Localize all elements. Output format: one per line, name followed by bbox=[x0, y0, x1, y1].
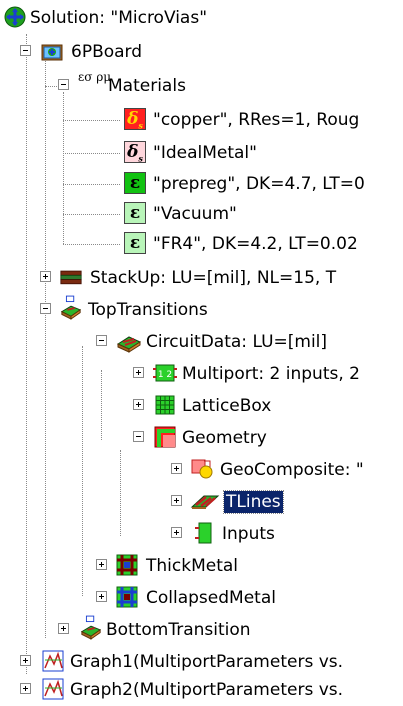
tree-node-multiport[interactable]: 1 2 Multiport: 2 inputs, 2 bbox=[0, 358, 403, 390]
transition-icon bbox=[80, 615, 102, 640]
tree-node-inputs[interactable]: Inputs bbox=[0, 518, 403, 550]
expand-toggle-icon[interactable] bbox=[20, 655, 31, 666]
tree-label: "FR4", DK=4.2, LT=0.02 bbox=[153, 234, 358, 254]
collapsed-metal-icon bbox=[116, 586, 138, 608]
graph-icon bbox=[42, 678, 64, 700]
tree-node-solution[interactable]: Solution: "MicroVias" bbox=[0, 2, 403, 34]
lattice-box-icon bbox=[155, 395, 175, 415]
expand-toggle-icon[interactable] bbox=[171, 463, 182, 474]
collapse-toggle-icon[interactable] bbox=[40, 303, 51, 314]
tree-label: StackUp: LU=[mil], NL=15, T bbox=[90, 268, 337, 288]
circuit-data-icon bbox=[116, 336, 142, 353]
tree-label: "prepreg", DK=4.7, LT=0 bbox=[153, 174, 365, 194]
tree-label: ThickMetal bbox=[146, 556, 239, 576]
thick-metal-icon bbox=[116, 554, 138, 576]
tree-label: Inputs bbox=[222, 524, 275, 544]
collapse-toggle-icon[interactable] bbox=[20, 45, 31, 56]
conductor-material-icon: δs bbox=[124, 108, 146, 130]
tree-label: CircuitData: LU=[mil] bbox=[146, 332, 328, 352]
tree-node-circuit-data[interactable]: CircuitData: LU=[mil] bbox=[0, 326, 403, 358]
tree-label: Solution: "MicroVias" bbox=[30, 8, 208, 28]
material-item[interactable]: ε "prepreg", DK=4.7, LT=0 bbox=[0, 168, 403, 200]
collapse-toggle-icon[interactable] bbox=[58, 79, 69, 90]
tree-line bbox=[63, 214, 120, 215]
tree-label: Geometry bbox=[182, 428, 267, 448]
stackup-icon bbox=[60, 270, 82, 285]
project-tree: Solution: "MicroVias" 6PBoard εσ ρμ Mate… bbox=[0, 0, 403, 705]
geo-composite-icon bbox=[191, 459, 213, 479]
material-item[interactable]: δs "IdealMetal" bbox=[0, 137, 403, 169]
tree-line bbox=[63, 244, 120, 245]
tree-line bbox=[45, 86, 59, 87]
tree-node-collapsed-metal[interactable]: CollapsedMetal bbox=[0, 582, 403, 614]
tree-line bbox=[63, 184, 120, 185]
tree-label: Graph2(MultiportParameters vs. bbox=[70, 680, 344, 700]
tree-label: TopTransitions bbox=[88, 300, 208, 320]
tree-node-geo-composite[interactable]: GeoComposite: " bbox=[0, 454, 403, 486]
tree-label: CollapsedMetal bbox=[146, 588, 276, 608]
tree-node-thick-metal[interactable]: ThickMetal bbox=[0, 550, 403, 582]
tree-label: "copper", RRes=1, Roug bbox=[153, 110, 360, 130]
expand-toggle-icon[interactable] bbox=[171, 495, 182, 506]
expand-toggle-icon[interactable] bbox=[96, 559, 107, 570]
dielectric-material-icon: ε bbox=[124, 202, 146, 224]
tree-label: 6PBoard bbox=[71, 42, 143, 62]
board-icon bbox=[41, 44, 63, 61]
tree-label: "Vacuum" bbox=[153, 204, 237, 224]
graph-icon bbox=[42, 650, 64, 672]
tree-line bbox=[63, 153, 120, 154]
expand-toggle-icon[interactable] bbox=[133, 399, 144, 410]
tree-label: BottomTransition bbox=[106, 620, 251, 640]
materials-icon: εσ ρμ bbox=[78, 70, 112, 84]
geometry-icon bbox=[154, 426, 176, 448]
expand-toggle-icon[interactable] bbox=[133, 367, 144, 378]
svg-text:1 2: 1 2 bbox=[158, 370, 172, 380]
material-item[interactable]: ε "Vacuum" bbox=[0, 198, 403, 230]
tree-label: Materials bbox=[108, 76, 186, 96]
collapse-toggle-icon[interactable] bbox=[133, 431, 144, 442]
expand-toggle-icon[interactable] bbox=[96, 591, 107, 602]
dielectric-material-icon: ε bbox=[124, 232, 146, 254]
tree-node-bottom-transition[interactable]: BottomTransition bbox=[0, 614, 403, 646]
multiport-icon: 1 2 bbox=[153, 364, 177, 382]
tree-label: GeoComposite: " bbox=[220, 460, 364, 480]
tree-node-top-transitions[interactable]: TopTransitions bbox=[0, 294, 403, 326]
expand-toggle-icon[interactable] bbox=[171, 527, 182, 538]
dielectric-material-icon: ε bbox=[124, 172, 146, 194]
tree-label: Graph1(MultiportParameters vs. bbox=[70, 652, 344, 672]
transmission-lines-icon bbox=[190, 495, 220, 509]
tree-label-selected: TLines bbox=[223, 490, 284, 514]
inputs-icon bbox=[195, 522, 212, 544]
tree-node-materials[interactable]: εσ ρμ Materials bbox=[0, 70, 403, 102]
expand-toggle-icon[interactable] bbox=[40, 271, 51, 282]
tree-node-geometry[interactable]: Geometry bbox=[0, 422, 403, 454]
tree-line bbox=[63, 120, 120, 121]
tree-label: Multiport: 2 inputs, 2 bbox=[182, 364, 360, 384]
material-item[interactable]: δs "copper", RRes=1, Roug bbox=[0, 104, 403, 136]
tree-node-tlines[interactable]: TLines bbox=[0, 486, 403, 518]
expand-toggle-icon[interactable] bbox=[58, 623, 69, 634]
expand-toggle-icon[interactable] bbox=[20, 683, 31, 694]
material-item[interactable]: ε "FR4", DK=4.2, LT=0.02 bbox=[0, 228, 403, 260]
tree-node-stackup[interactable]: StackUp: LU=[mil], NL=15, T bbox=[0, 262, 403, 294]
tree-node-board[interactable]: 6PBoard bbox=[0, 36, 403, 68]
ideal-metal-material-icon: δs bbox=[124, 141, 146, 163]
transition-icon bbox=[60, 295, 82, 320]
tree-node-lattice-box[interactable]: LatticeBox bbox=[0, 390, 403, 422]
collapse-toggle-icon[interactable] bbox=[96, 335, 107, 346]
solution-globe-icon bbox=[4, 6, 26, 28]
tree-label: LatticeBox bbox=[182, 396, 272, 416]
tree-label: "IdealMetal" bbox=[153, 143, 257, 163]
tree-node-graph2[interactable]: Graph2(MultiportParameters vs. bbox=[0, 674, 403, 706]
